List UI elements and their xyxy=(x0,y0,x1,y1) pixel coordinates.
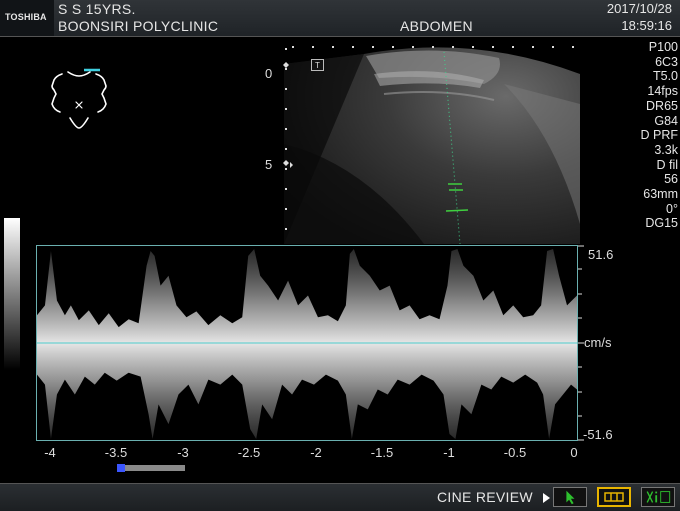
time-tick-label: -1 xyxy=(443,445,455,460)
patient-info: S S 15YRS. xyxy=(58,1,136,17)
time-tick-label: -2.5 xyxy=(237,445,261,460)
time-tick-label: -3.5 xyxy=(104,445,128,460)
exam-type: ABDOMEN xyxy=(400,18,473,34)
time-tick-label: -0.5 xyxy=(503,445,527,460)
depth-label-0: 0 xyxy=(265,66,273,81)
param-value: T5.0 xyxy=(652,69,678,84)
time-tick-label: 0 xyxy=(570,445,578,460)
doppler-spectrum xyxy=(36,245,578,441)
footer-bar: CINE REVIEW xyxy=(0,483,680,511)
depth-label-5: 5 xyxy=(265,157,273,172)
body-mark-icon xyxy=(51,68,107,129)
bmode-image xyxy=(284,47,580,244)
pointer-button[interactable] xyxy=(553,487,587,507)
cursor-arrow-icon xyxy=(566,490,575,505)
time-axis: -4 -3.5 -3 -2.5 -2 -1.5 -1 -0.5 0 xyxy=(36,443,578,463)
param-value: 0° xyxy=(666,201,678,216)
exam-time: 18:59:16 xyxy=(621,18,672,33)
brand-logo: TOSHIBA xyxy=(5,12,47,22)
param-value: DG15 xyxy=(645,216,678,231)
param-value: 6C3 xyxy=(655,54,678,69)
imaging-parameters: P100 6C3 T5.0 14fps DR65 G84 D PRF 3.3k … xyxy=(618,40,679,231)
cine-scroll-thumb[interactable] xyxy=(117,464,125,472)
play-arrow-icon xyxy=(543,493,550,503)
transducer-orientation-icon: T xyxy=(311,59,324,71)
param-value: DR65 xyxy=(646,98,678,113)
velocity-unit-label: cm/s xyxy=(584,335,612,350)
param-value: G84 xyxy=(654,113,678,128)
time-tick-label: -3 xyxy=(177,445,189,460)
grayscale-bar xyxy=(4,218,20,370)
brand-box: TOSHIBA xyxy=(0,0,54,36)
time-tick-label: -2 xyxy=(310,445,322,460)
lateral-scale xyxy=(292,46,574,48)
param-value: D fil xyxy=(656,157,678,172)
cine-scroll-track[interactable] xyxy=(117,465,185,471)
image-info-button[interactable] xyxy=(641,487,675,507)
cine-frames-icon xyxy=(604,492,624,502)
time-tick-label: -1.5 xyxy=(370,445,394,460)
param-value: D PRF xyxy=(640,128,679,143)
param-value: 56 xyxy=(664,172,678,187)
image-info-icon xyxy=(646,491,671,503)
exam-date: 2017/10/28 xyxy=(606,1,672,16)
param-value: 14fps xyxy=(647,84,678,99)
cine-review-label: CINE REVIEW xyxy=(437,489,533,505)
velocity-max-label: 51.6 xyxy=(588,247,614,262)
time-tick-label: -4 xyxy=(44,445,56,460)
cine-loop-button[interactable] xyxy=(597,487,631,507)
depth-scale xyxy=(283,48,293,230)
clinic-name: BOONSIRI POLYCLINIC xyxy=(58,18,219,34)
velocity-min-label: -51.6 xyxy=(583,427,613,442)
param-value: 63mm xyxy=(643,187,678,202)
param-value: P100 xyxy=(648,40,678,54)
param-value: 3.3k xyxy=(654,142,678,157)
header-bar: TOSHIBA S S 15YRS. BOONSIRI POLYCLINIC A… xyxy=(0,0,680,37)
